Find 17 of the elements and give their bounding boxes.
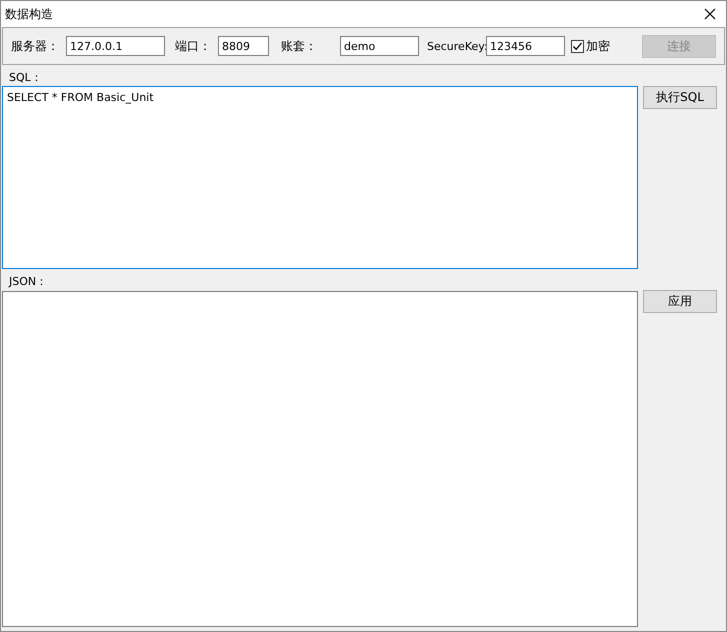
field-label: 账套： (281, 38, 318, 54)
encrypt-checkbox[interactable]: 加密 (571, 38, 610, 54)
window-title: 数据构造 (5, 6, 53, 22)
sql-label: SQL： (8, 70, 43, 86)
input-field[interactable]: 8809 (218, 36, 269, 56)
input-field[interactable]: 127.0.0.1 (66, 36, 165, 56)
apply-button[interactable]: 应用 (643, 290, 717, 313)
close-icon[interactable] (704, 8, 716, 20)
json-label: JSON： (8, 274, 48, 290)
sql-editor[interactable]: SELECT * FROM Basic_Unit (2, 86, 638, 269)
checkbox[interactable] (571, 40, 584, 52)
field-label: SecureKey: (427, 40, 486, 52)
input-field[interactable]: 123456 (486, 36, 565, 56)
input-field[interactable]: demo (340, 36, 419, 56)
field-label: 端口： (175, 38, 212, 54)
execute-sql-button[interactable]: 执行SQL (643, 86, 717, 109)
field-label: 服务器： (11, 38, 60, 54)
